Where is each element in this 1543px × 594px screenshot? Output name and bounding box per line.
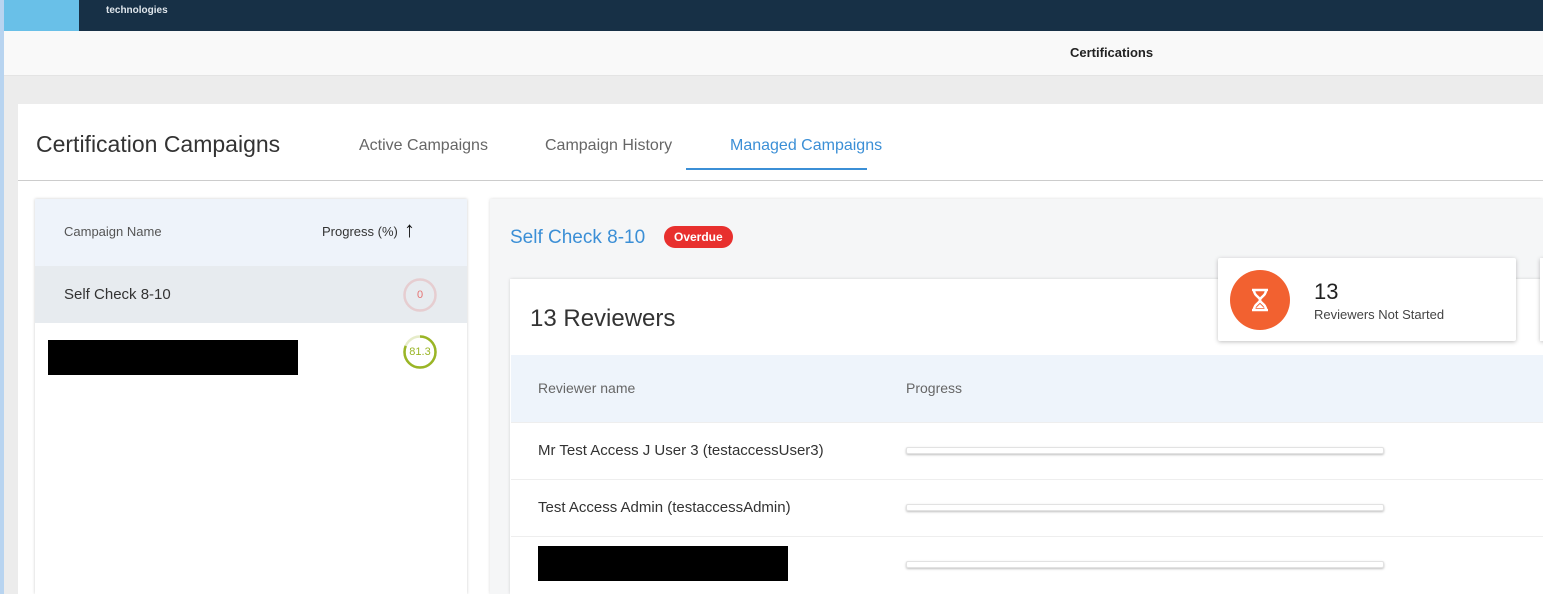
logo-block[interactable] xyxy=(4,0,79,31)
column-header-reviewer-name[interactable]: Reviewer name xyxy=(538,380,635,396)
sub-header xyxy=(4,31,1543,76)
reviewers-table-header xyxy=(511,355,1543,422)
redacted-campaign-name xyxy=(48,340,298,375)
page-title: Certification Campaigns xyxy=(36,131,281,157)
active-tab-indicator xyxy=(686,168,867,170)
reviewer-name: Test Access Admin (testaccessAdmin) xyxy=(538,499,791,516)
progress-value: 0 xyxy=(416,289,424,301)
hourglass-icon xyxy=(1230,270,1290,330)
tab-managed-campaigns[interactable]: Managed Campaigns xyxy=(730,137,882,155)
reviewer-progress-bar xyxy=(906,447,1384,454)
campaign-title: Self Check 8-10 xyxy=(510,227,646,248)
logo-text: technologies xyxy=(106,5,168,16)
stat-label: Reviewers Not Started xyxy=(1314,307,1445,322)
reviewers-title: 13 Reviewers xyxy=(530,305,676,332)
divider xyxy=(18,180,1543,181)
section-title: Certifications xyxy=(1070,45,1154,60)
arrow-up-icon[interactable]: ↑ xyxy=(404,217,415,243)
campaign-name[interactable]: Self Check 8-10 xyxy=(64,286,171,303)
top-nav-bar xyxy=(4,0,1543,31)
tab-active-campaigns[interactable]: Active Campaigns xyxy=(359,137,488,155)
column-header-progress[interactable]: Progress (%) xyxy=(322,224,398,239)
reviewer-progress-bar xyxy=(906,561,1384,568)
tab-campaign-history[interactable]: Campaign History xyxy=(545,137,672,155)
column-header-progress[interactable]: Progress xyxy=(906,380,962,396)
status-badge: Overdue xyxy=(664,226,733,248)
reviewer-progress-bar xyxy=(906,504,1384,511)
window-edge xyxy=(0,0,4,594)
redacted-reviewer-name xyxy=(538,546,788,581)
column-header-campaign-name[interactable]: Campaign Name xyxy=(64,224,162,239)
stat-value: 13 xyxy=(1314,279,1339,304)
reviewer-name: Mr Test Access J User 3 (testaccessUser3… xyxy=(538,442,824,459)
progress-value: 81.3 xyxy=(409,346,431,358)
